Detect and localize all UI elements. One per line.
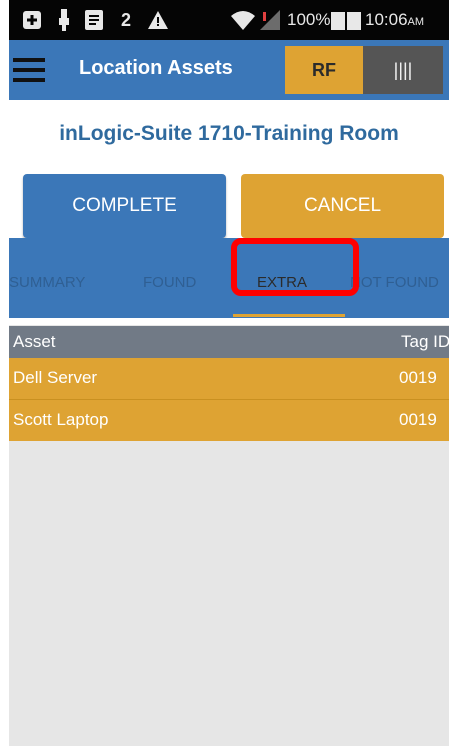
asset-tag: 0019: [399, 410, 437, 429]
notification-2-icon: 2: [120, 9, 131, 30]
tab-not-found[interactable]: NOT FOUND: [350, 274, 439, 291]
status-bar: 2 100% 10:06AM: [9, 0, 449, 40]
warning-icon: [147, 9, 169, 31]
rf-mode-toggle[interactable]: RF: [285, 46, 363, 94]
clock-time: 10:06: [365, 10, 408, 29]
table-row[interactable]: Dell Server 0019: [9, 358, 449, 399]
clock-ampm: AM: [407, 16, 425, 28]
highlight-annotation: [231, 238, 359, 296]
signal-icon: [259, 9, 281, 31]
column-tag-id: Tag ID: [401, 332, 449, 351]
asset-tag: 0019: [399, 368, 437, 387]
location-title: inLogic-Suite 1710-Training Room: [59, 122, 399, 145]
battery-icon-2: [347, 12, 361, 30]
app-screen: 2 100% 10:06AM Location Assets RF |||| i…: [9, 0, 449, 746]
barcode-mode-toggle[interactable]: ||||: [363, 46, 443, 94]
message-icon: [83, 9, 105, 31]
table-row[interactable]: Scott Laptop 0019: [9, 400, 449, 441]
tab-summary[interactable]: SUMMARY: [9, 274, 85, 291]
menu-icon[interactable]: [13, 54, 45, 82]
usb-icon: [53, 9, 75, 31]
cancel-button[interactable]: CANCEL: [241, 174, 444, 238]
tab-bar: SUMMARY FOUND EXTRA NOT FOUND: [9, 238, 449, 318]
clock: 10:06AM: [365, 10, 424, 30]
battery-percent: 100%: [287, 10, 331, 29]
active-tab-indicator: [233, 314, 345, 317]
complete-button[interactable]: COMPLETE: [23, 174, 226, 238]
app-bar: Location Assets RF ||||: [9, 40, 449, 100]
app-title: Location Assets: [79, 57, 233, 79]
plus-box-icon: [21, 9, 43, 31]
column-asset: Asset: [13, 332, 56, 351]
table-header: Asset Tag ID: [9, 326, 449, 358]
asset-name: Dell Server: [13, 368, 98, 387]
wifi-icon: [231, 9, 255, 31]
tab-found[interactable]: FOUND: [143, 274, 196, 291]
battery-icon: [331, 12, 345, 30]
asset-name: Scott Laptop: [13, 410, 109, 429]
